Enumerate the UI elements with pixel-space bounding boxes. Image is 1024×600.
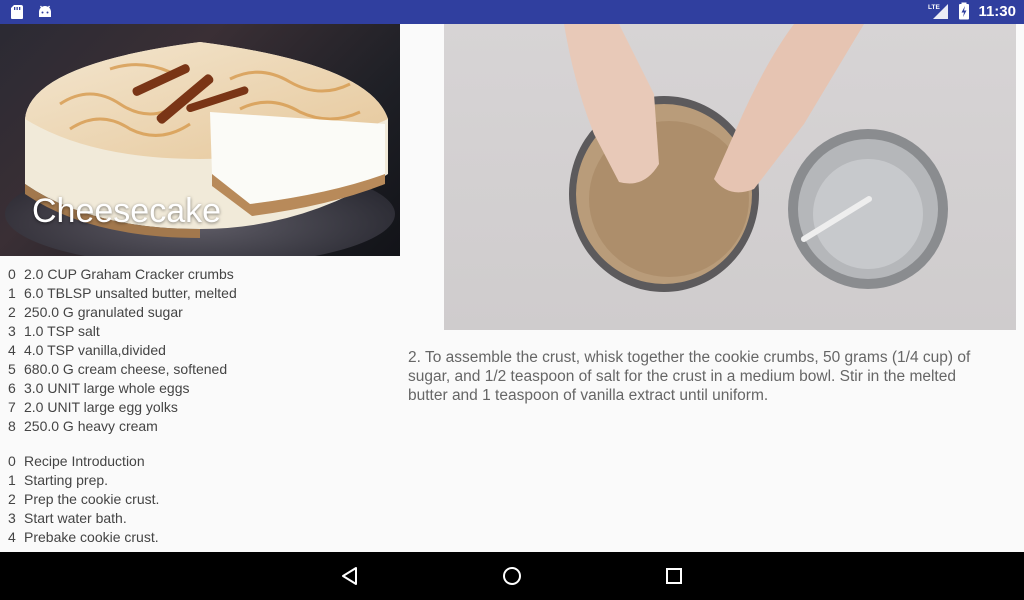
ingredient-row: 0 2.0 CUP Graham Cracker crumbs (8, 266, 234, 282)
recipe-title: Cheesecake (32, 192, 222, 230)
android-icon (39, 5, 51, 17)
ingredient-row: 5 680.0 G cream cheese, softened (8, 361, 228, 377)
step-video-player[interactable] (444, 24, 1016, 330)
home-icon[interactable] (500, 564, 524, 588)
ingredient-row: 6 3.0 UNIT large whole eggs (8, 380, 190, 396)
step-video-frame (564, 24, 948, 292)
recents-icon[interactable] (662, 564, 686, 588)
status-clock: 11:30 (978, 2, 1016, 20)
step-item[interactable]: 4 Prebake cookie crust. (8, 528, 159, 547)
navigation-bar (0, 552, 1024, 600)
recipe-hero-image[interactable]: Cheesecake (0, 24, 400, 256)
step-description: 2. To assemble the crust, whisk together… (408, 349, 971, 404)
step-item[interactable]: 1 Starting prep. (8, 471, 159, 490)
step-item[interactable]: 0 Recipe Introduction (8, 452, 159, 471)
ingredient-row: 4 4.0 TSP vanilla,divided (8, 342, 166, 358)
step-item[interactable]: 3 Start water bath. (8, 509, 159, 528)
step-item[interactable]: 2 Prep the cookie crust. (8, 490, 159, 509)
ingredient-row: 3 1.0 TSP salt (8, 323, 100, 339)
ingredients-list: 0 2.0 CUP Graham Cracker crumbs 1 6.0 TBLS… (8, 265, 237, 436)
steps-list: 0 Recipe Introduction 1 Starting prep. 2 Pr… (8, 452, 159, 547)
ingredient-row: 2 250.0 G granulated sugar (8, 304, 183, 320)
lte-signal-icon: LTE (928, 4, 949, 19)
status-bar: LTE 11:30 (0, 0, 1024, 24)
ingredient-row: 8 250.0 G heavy cream (8, 418, 158, 434)
ingredient-row: 7 2.0 UNIT large egg yolks (8, 399, 178, 415)
battery-charging-icon (959, 2, 970, 20)
sd-card-icon (11, 5, 23, 19)
svg-text:LTE: LTE (928, 4, 940, 11)
ingredient-row: 1 6.0 TBLSP unsalted butter, melted (8, 285, 237, 301)
back-icon[interactable] (338, 564, 362, 588)
